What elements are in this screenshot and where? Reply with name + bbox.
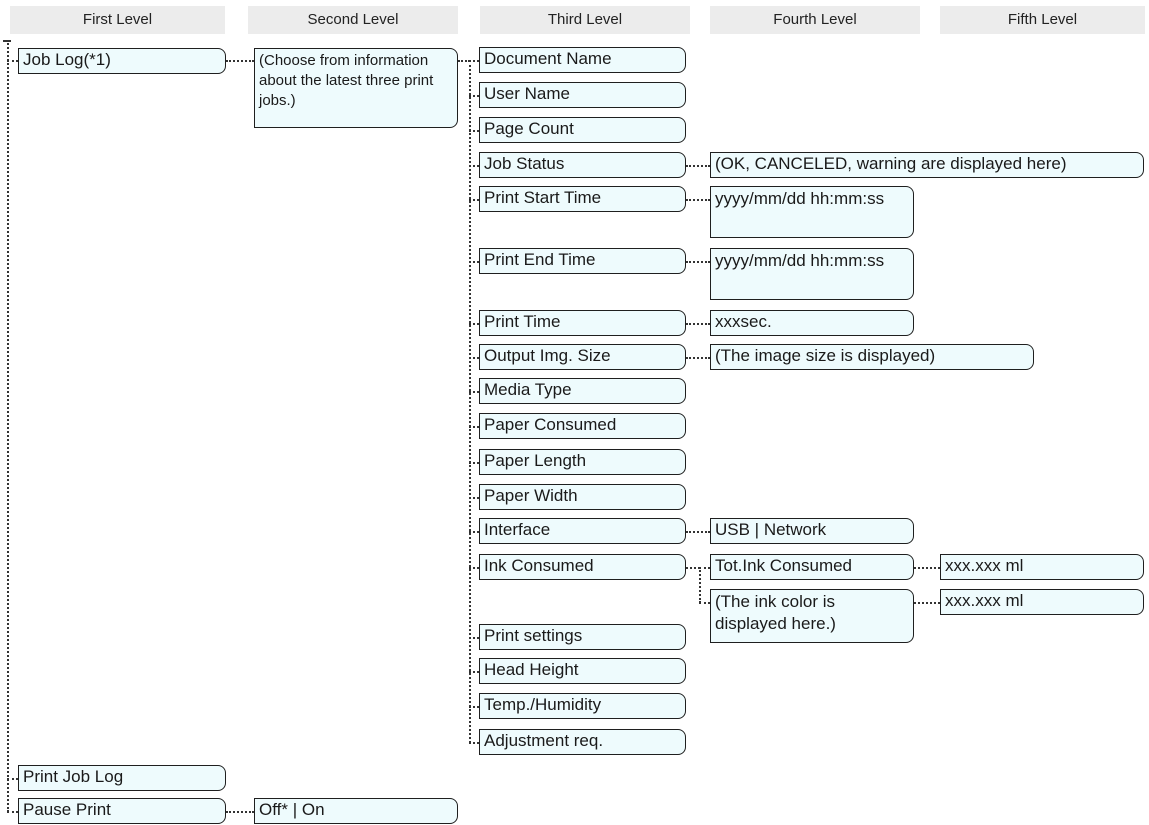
node-adjustment-req[interactable]: Adjustment req. (479, 729, 686, 755)
node-paper-consumed[interactable]: Paper Consumed (479, 413, 686, 439)
node-pause-print[interactable]: Pause Print (18, 798, 226, 824)
node-ink-color-value: xxx.xxx ml (940, 589, 1144, 615)
header-fifth-level: Fifth Level (940, 6, 1145, 34)
node-pause-print-value[interactable]: Off* | On (254, 798, 458, 824)
node-head-height[interactable]: Head Height (479, 658, 686, 684)
node-output-img-size-value: (The image size is displayed) (710, 344, 1034, 370)
node-print-settings[interactable]: Print settings (479, 624, 686, 650)
node-output-img-size[interactable]: Output Img. Size (479, 344, 686, 370)
node-interface-value[interactable]: USB | Network (710, 518, 914, 544)
node-print-job-log[interactable]: Print Job Log (18, 765, 226, 791)
node-print-time[interactable]: Print Time (479, 310, 686, 336)
node-print-start-time-value: yyyy/mm/dd hh:mm:ss (710, 186, 914, 238)
node-interface[interactable]: Interface (479, 518, 686, 544)
header-fourth-level: Fourth Level (710, 6, 920, 34)
node-paper-length[interactable]: Paper Length (479, 449, 686, 475)
node-print-time-value: xxxsec. (710, 310, 914, 336)
node-user-name[interactable]: User Name (479, 82, 686, 108)
node-tot-ink-value: xxx.xxx ml (940, 554, 1144, 580)
header-second-level: Second Level (248, 6, 458, 34)
node-media-type[interactable]: Media Type (479, 378, 686, 404)
node-paper-width[interactable]: Paper Width (479, 484, 686, 510)
node-page-count[interactable]: Page Count (479, 117, 686, 143)
header-first-level: First Level (10, 6, 225, 34)
node-document-name[interactable]: Document Name (479, 47, 686, 73)
node-job-log-info: (Choose from information about the lates… (254, 48, 458, 128)
node-temp-humidity[interactable]: Temp./Humidity (479, 693, 686, 719)
node-print-end-time-value: yyyy/mm/dd hh:mm:ss (710, 248, 914, 300)
node-ink-color: (The ink color is displayed here.) (710, 589, 914, 643)
node-job-log[interactable]: Job Log(*1) (18, 48, 226, 74)
node-print-end-time[interactable]: Print End Time (479, 248, 686, 274)
node-job-status[interactable]: Job Status (479, 152, 686, 178)
header-third-level: Third Level (480, 6, 690, 34)
node-tot-ink-consumed[interactable]: Tot.Ink Consumed (710, 554, 914, 580)
node-print-start-time[interactable]: Print Start Time (479, 186, 686, 212)
node-job-status-value: (OK, CANCELED, warning are displayed her… (710, 152, 1144, 178)
node-ink-consumed[interactable]: Ink Consumed (479, 554, 686, 580)
